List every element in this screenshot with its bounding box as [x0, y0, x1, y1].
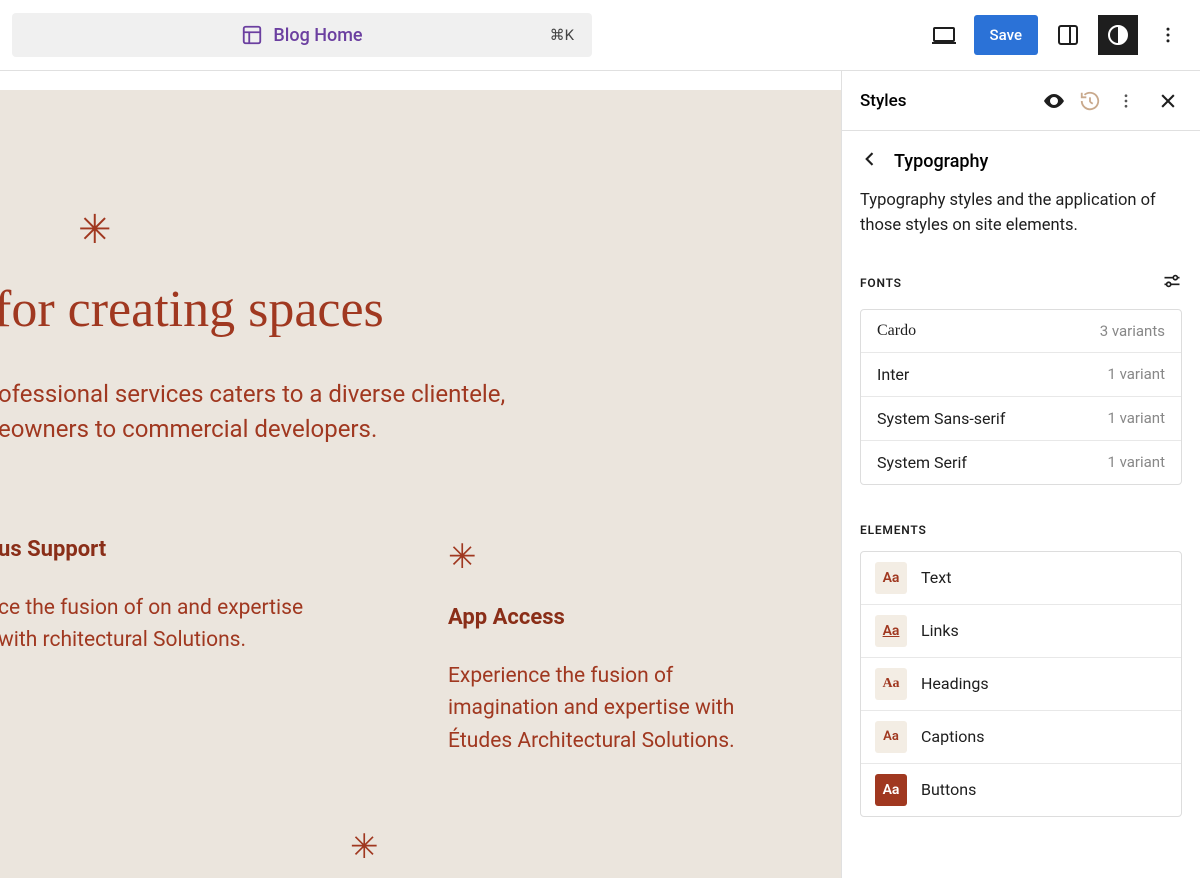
- column-heading: App Access: [448, 605, 768, 630]
- ornament-icon: ✳: [448, 537, 768, 577]
- font-name: System Sans-serif: [877, 409, 1005, 428]
- layout-icon: [241, 24, 263, 46]
- device-preview-button[interactable]: [924, 15, 964, 55]
- element-label: Buttons: [921, 780, 976, 799]
- font-variant-count: 1 variant: [1107, 453, 1165, 471]
- panel-title: Styles: [860, 91, 1032, 111]
- panel-header: Styles: [842, 71, 1200, 131]
- column-body: ce the fusion of on and expertise with r…: [0, 592, 318, 657]
- font-row[interactable]: Inter 1 variant: [861, 353, 1181, 397]
- font-name: System Serif: [877, 453, 967, 472]
- element-row[interactable]: Aa Text: [861, 552, 1181, 605]
- more-options-button[interactable]: [1148, 15, 1188, 55]
- font-name: Cardo: [877, 322, 916, 340]
- styles-toggle[interactable]: [1098, 15, 1138, 55]
- styles-sidebar: Styles: [842, 71, 1200, 878]
- typography-preview-badge: Aa: [875, 721, 907, 753]
- element-list: Aa Text Aa Links Aa Headings Aa Captions Aa Butto…: [860, 551, 1182, 817]
- breadcrumb-title: Typography: [894, 151, 988, 172]
- subtext: ofessional services caters to a diverse …: [0, 377, 841, 447]
- back-button[interactable]: [860, 149, 880, 173]
- revisions-icon[interactable]: [1076, 87, 1104, 115]
- column-body: Experience the fusion of imagination and…: [448, 660, 768, 758]
- font-row[interactable]: System Serif 1 variant: [861, 441, 1181, 484]
- typography-preview-badge: Aa: [875, 562, 907, 594]
- panel-breadcrumb: Typography: [842, 131, 1200, 183]
- typography-preview-badge: Aa: [875, 774, 907, 806]
- typography-preview-badge: Aa: [875, 668, 907, 700]
- command-shortcut: ⌘K: [550, 26, 574, 44]
- font-row[interactable]: Cardo 3 variants: [861, 310, 1181, 353]
- column-heading: us Support: [0, 537, 318, 562]
- font-name: Inter: [877, 365, 909, 384]
- headline-text: for creating spaces: [0, 280, 841, 339]
- settings-panel-toggle[interactable]: [1048, 15, 1088, 55]
- feature-column: ✳ App Access Experience the fusion of im…: [448, 537, 768, 758]
- element-row[interactable]: Aa Links: [861, 605, 1181, 658]
- fonts-section-header: FONTS: [842, 261, 1200, 309]
- command-label: Blog Home: [273, 25, 362, 46]
- save-button[interactable]: Save: [974, 15, 1038, 55]
- element-row[interactable]: Aa Headings: [861, 658, 1181, 711]
- font-variant-count: 1 variant: [1107, 409, 1165, 427]
- element-label: Links: [921, 621, 959, 640]
- panel-description: Typography styles and the application of…: [842, 183, 1200, 261]
- font-settings-icon[interactable]: [1162, 271, 1182, 295]
- panel-more-icon[interactable]: [1112, 87, 1140, 115]
- element-label: Headings: [921, 674, 989, 693]
- typography-preview-badge: Aa: [875, 615, 907, 647]
- element-row[interactable]: Aa Buttons: [861, 764, 1181, 816]
- command-palette-trigger[interactable]: Blog Home ⌘K: [12, 13, 592, 57]
- feature-column: us Support ce the fusion of on and exper…: [0, 537, 318, 758]
- preview-icon[interactable]: [1040, 87, 1068, 115]
- top-toolbar: Blog Home ⌘K Save: [0, 0, 1200, 71]
- element-row[interactable]: Aa Captions: [861, 711, 1181, 764]
- font-variant-count: 3 variants: [1100, 322, 1165, 340]
- editor-canvas[interactable]: ✳ for creating spaces ofessional service…: [0, 71, 842, 878]
- ornament-icon: ✳: [350, 827, 841, 867]
- close-icon[interactable]: [1154, 87, 1182, 115]
- element-label: Text: [921, 568, 951, 587]
- page-preview: ✳ for creating spaces ofessional service…: [0, 90, 841, 878]
- element-label: Captions: [921, 727, 984, 746]
- font-variant-count: 1 variant: [1107, 365, 1165, 383]
- font-list: Cardo3 variantsInter1 variantSystem Sans…: [860, 309, 1182, 485]
- elements-section-header: ELEMENTS: [842, 513, 1200, 551]
- font-row[interactable]: System Sans-serif 1 variant: [861, 397, 1181, 441]
- ornament-icon: ✳: [78, 210, 841, 250]
